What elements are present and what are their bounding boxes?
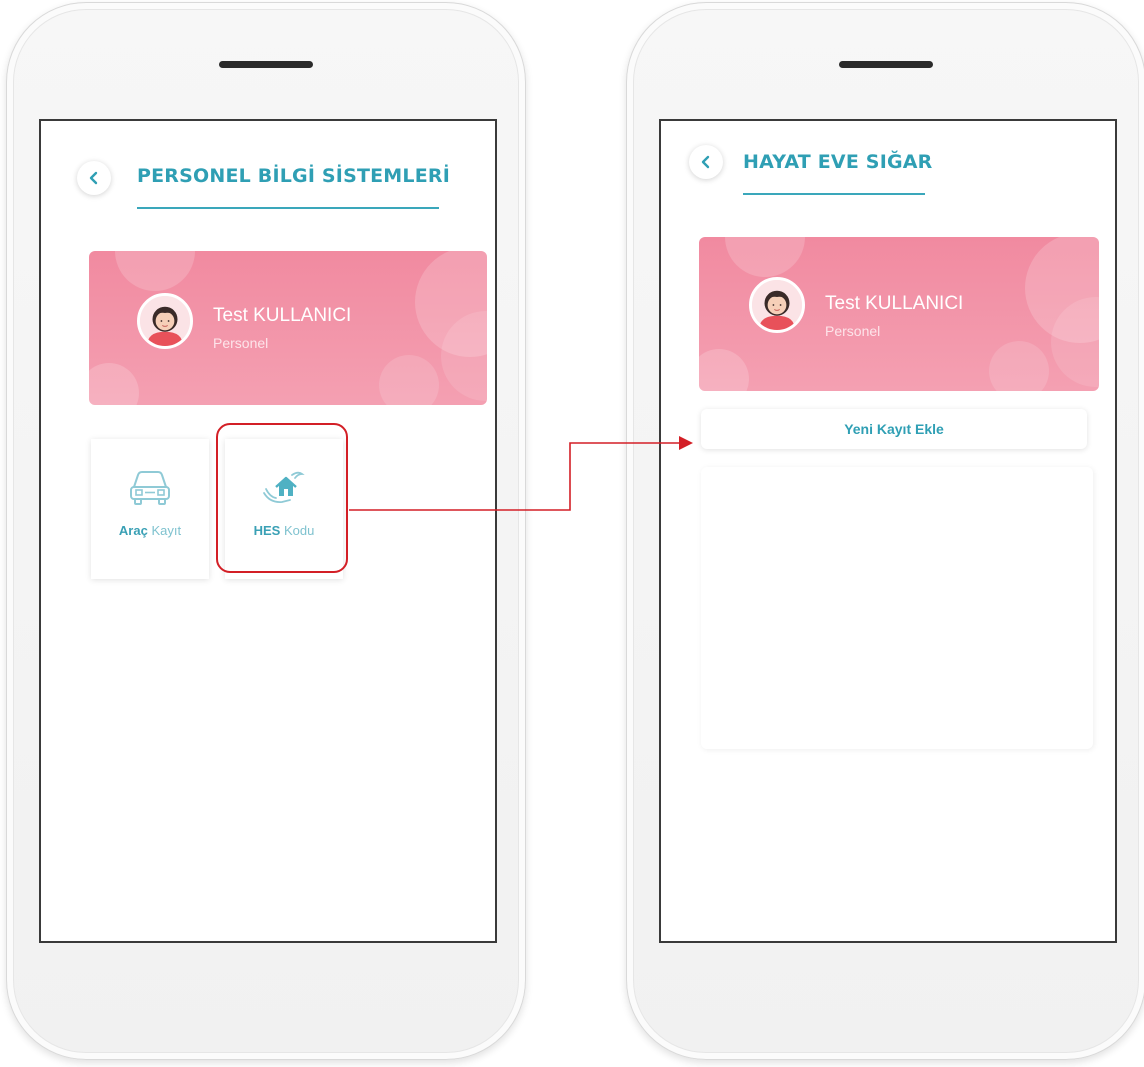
speaker-grill <box>839 61 933 68</box>
profile-card: Test KULLANICI Personel <box>699 237 1099 391</box>
page-title: HAYAT EVE SIĞAR <box>743 151 933 173</box>
back-button[interactable] <box>689 145 723 179</box>
avatar <box>749 277 805 333</box>
page-title: PERSONEL BİLGİ SİSTEMLERİ <box>137 165 450 187</box>
phone-frame-right: HAYAT EVE SIĞAR Test KULLANICI Personel … <box>626 2 1144 1060</box>
new-record-button[interactable]: Yeni Kayıt Ekle <box>701 409 1087 449</box>
chevron-left-icon <box>89 171 98 185</box>
header: HAYAT EVE SIĞAR <box>661 121 1115 231</box>
profile-role: Personel <box>825 323 881 339</box>
screen-hayat-eve-sigar: HAYAT EVE SIĞAR Test KULLANICI Personel … <box>659 119 1117 943</box>
chevron-left-icon <box>701 155 710 169</box>
tile-vehicle-registration[interactable]: Araç Kayıt <box>91 439 209 579</box>
car-icon <box>128 469 172 505</box>
profile-card: Test KULLANICI Personel <box>89 251 487 405</box>
title-underline <box>743 193 925 195</box>
records-panel <box>701 467 1093 749</box>
girl-avatar-icon <box>140 296 190 346</box>
avatar <box>137 293 193 349</box>
profile-role: Personel <box>213 335 269 351</box>
girl-avatar-icon <box>752 280 802 330</box>
title-underline <box>137 207 439 209</box>
header: PERSONEL BİLGİ SİSTEMLERİ <box>41 121 495 231</box>
profile-name: Test KULLANICI <box>213 305 352 326</box>
highlight-box <box>216 423 348 573</box>
speaker-grill <box>219 61 313 68</box>
tile-label: Araç Kayıt <box>118 523 182 538</box>
back-button[interactable] <box>77 161 111 195</box>
profile-name: Test KULLANICI <box>825 293 964 314</box>
